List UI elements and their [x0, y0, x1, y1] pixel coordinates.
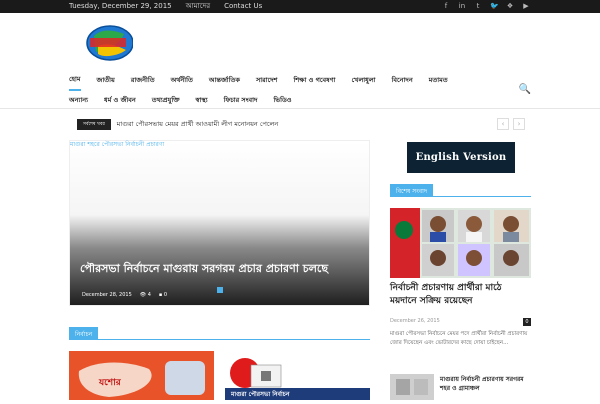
nav-item-technology[interactable]: তথ্যপ্রযুক্তি: [152, 91, 180, 110]
nav-item-religion[interactable]: ধর্ম ও জীবন: [104, 91, 136, 110]
feature-views: 4: [147, 292, 151, 298]
main-navigation: হোম জাতীয় রাজনীতি অর্থনীতি আন্তর্জাতিক …: [69, 70, 531, 110]
chevron-left-icon[interactable]: ‹: [497, 118, 509, 130]
nav-item-country[interactable]: সারাদেশ: [256, 71, 278, 90]
top-bar: Tuesday, December 29, 2015 আমাদের Contac…: [0, 0, 600, 13]
sidebar-header[interactable]: বিশেষ সংবাদ: [390, 184, 434, 196]
article-thumbnail[interactable]: মাগুরা পৌরসভা নির্বাচন: [225, 351, 370, 400]
ticker-tag: সর্বশেষ খবর: [77, 119, 111, 130]
sidebar-article-date: December 26, 2015: [390, 318, 440, 324]
eye-icon: 👁 4: [139, 292, 151, 298]
ticker-headline[interactable]: মাগুরা পৌরসভায় মেয়র প্রার্থী আওয়ামী ল…: [117, 119, 278, 130]
feature-meta: December 28, 2015 👁 4 ▪ 0: [82, 292, 167, 298]
featured-article[interactable]: মাগুরা শহরে পৌরসভা নির্বাচনী প্রচারণা পৌ…: [69, 140, 370, 306]
english-version-banner[interactable]: English Version: [407, 142, 515, 173]
sidebar-comment-count[interactable]: 0: [523, 318, 531, 326]
nav-item-video[interactable]: ভিডিও: [273, 91, 291, 110]
twitter-icon[interactable]: 🐦: [490, 0, 499, 13]
map-image: [69, 351, 214, 400]
youtube-icon[interactable]: ▶: [522, 0, 530, 13]
social-icons: f in t 🐦 ❖ ▶: [442, 0, 530, 13]
comment-icon: ▪ 0: [158, 292, 168, 298]
nav-item-home[interactable]: হোম: [69, 70, 81, 91]
thumbnail-label: যশোর: [99, 378, 121, 388]
mini-image: [390, 374, 434, 400]
nav-item-economy[interactable]: অর্থনীতি: [171, 71, 193, 90]
feature-comments: 0: [163, 292, 168, 298]
article-thumbnail[interactable]: যশোর: [69, 351, 214, 400]
mini-article-thumbnail[interactable]: [390, 374, 434, 400]
sidebar-article-title[interactable]: নির্বাচনী প্রচারণায় প্রার্থীরা মাঠে ময়…: [390, 282, 531, 308]
feature-caption: মাগুরা শহরে পৌরসভা নির্বাচনী প্রচারণা: [70, 141, 165, 148]
contact-link[interactable]: Contact Us: [224, 0, 262, 13]
nav-item-opinion[interactable]: মতামত: [429, 71, 448, 90]
block-header-line: [69, 339, 370, 340]
slider-indicator[interactable]: [217, 287, 223, 293]
chevron-right-icon[interactable]: ›: [513, 118, 525, 130]
facebook-icon[interactable]: f: [442, 0, 450, 13]
about-link[interactable]: আমাদের: [186, 0, 210, 13]
nav-item-sports[interactable]: খেলাধুলা: [352, 71, 376, 90]
nav-item-health[interactable]: স্বাস্থ্য: [196, 91, 208, 110]
sidebar-article-image[interactable]: [390, 208, 531, 278]
nav-item-feature[interactable]: ফিচার সংবাদ: [224, 91, 258, 110]
feature-title[interactable]: পৌরসভা নির্বাচনে মাগুরায় সরগরম প্রচার প…: [80, 262, 360, 276]
date-text: Tuesday, December 29, 2015: [69, 2, 172, 10]
sidebar-header-line: [390, 196, 531, 197]
site-logo[interactable]: [84, 24, 133, 62]
nav-item-education[interactable]: শিক্ষা ও গবেষণা: [293, 71, 335, 90]
nav-item-politics[interactable]: রাজনীতি: [131, 71, 155, 90]
search-icon[interactable]: 🔍: [519, 84, 531, 95]
sidebar-article-excerpt: মাগুরা পৌরসভা নির্বাচনে মেয়র পদে প্রার্…: [390, 331, 528, 346]
nav-item-others[interactable]: অন্যান্য: [69, 91, 88, 110]
feature-date: December 28, 2015: [82, 292, 132, 298]
nav-item-entertainment[interactable]: বিনোদন: [392, 71, 413, 90]
nav-item-national[interactable]: জাতীয়: [97, 71, 115, 90]
collage-image: [390, 208, 531, 278]
linkedin-icon[interactable]: in: [458, 0, 466, 13]
block-header[interactable]: নির্বাচন: [69, 327, 99, 339]
tumblr-icon[interactable]: t: [474, 0, 482, 13]
vk-icon[interactable]: ❖: [506, 0, 514, 13]
thumbnail-label: মাগুরা পৌরসভা নির্বাচন: [231, 391, 290, 398]
mini-article-title[interactable]: মাগুরায় নির্বাচনী প্রচারণায় সরগরম শহর …: [440, 375, 531, 393]
news-ticker: সর্বশেষ খবর মাগুরা পৌরসভায় মেয়র প্রার্…: [77, 119, 278, 130]
nav-item-international[interactable]: আন্তর্জাতিক: [209, 71, 240, 90]
ticker-controls: ‹ ›: [497, 118, 525, 130]
nav-divider: [0, 108, 600, 109]
